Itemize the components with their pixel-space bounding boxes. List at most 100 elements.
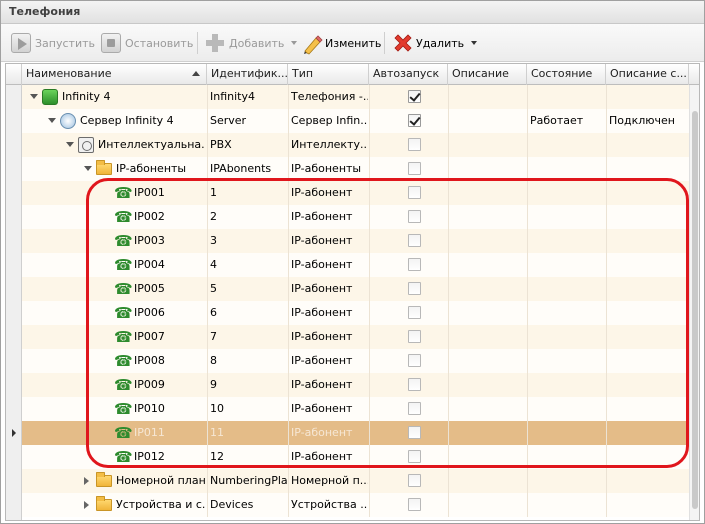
vertical-scrollbar[interactable]	[689, 85, 699, 520]
table-row[interactable]: ☎ IP001 1 IP-абонент	[22, 181, 689, 205]
autostart-checkbox[interactable]	[408, 186, 421, 199]
stop-button[interactable]: Остановить	[101, 31, 193, 55]
autostart-checkbox[interactable]	[408, 426, 421, 439]
autostart-checkbox[interactable]	[408, 402, 421, 415]
autostart-checkbox[interactable]	[408, 450, 421, 463]
table-row[interactable]: Сервер Infinity 4 Server Сервер Infin... Ра…	[22, 109, 689, 133]
column-divider	[288, 181, 289, 205]
table-row[interactable]: ☎ IP008 8 IP-абонент	[22, 349, 689, 373]
autostart-checkbox[interactable]	[408, 138, 421, 151]
table-row[interactable]: ☎ IP011 11 IP-абонент	[22, 421, 689, 445]
autostart-checkbox[interactable]	[408, 114, 421, 127]
play-icon	[11, 33, 31, 53]
column-divider	[207, 349, 208, 373]
column-divider	[606, 157, 607, 181]
column-divider	[448, 133, 449, 157]
column-divider	[288, 421, 289, 445]
table-row[interactable]: ☎ IP007 7 IP-абонент	[22, 325, 689, 349]
column-divider	[606, 493, 607, 517]
expand-arrow-icon[interactable]	[84, 501, 89, 509]
collapse-arrow-icon[interactable]	[66, 142, 74, 147]
expand-arrow-icon[interactable]	[84, 477, 89, 485]
column-divider	[207, 421, 208, 445]
autostart-checkbox[interactable]	[408, 498, 421, 511]
autostart-checkbox[interactable]	[408, 282, 421, 295]
cell-name: Сервер Infinity 4	[80, 114, 174, 127]
column-divider	[606, 397, 607, 421]
cell-desc	[451, 397, 526, 421]
cell-id: 7	[210, 330, 217, 343]
table-row[interactable]: ☎ IP009 9 IP-абонент	[22, 373, 689, 397]
column-divider	[207, 277, 208, 301]
table-row[interactable]: ☎ IP012 12 IP-абонент	[22, 445, 689, 469]
collapse-arrow-icon[interactable]	[48, 118, 56, 123]
toolbar: Запустить Остановить Добавить Изменить У…	[1, 24, 704, 62]
cell-type: Устройства ...	[291, 498, 368, 511]
table-row[interactable]: ☎ IP010 10 IP-абонент	[22, 397, 689, 421]
start-button[interactable]: Запустить	[11, 31, 95, 55]
column-divider	[207, 301, 208, 325]
scrollbar-thumb[interactable]	[692, 111, 698, 509]
cell-desc	[451, 349, 526, 373]
column-divider	[207, 205, 208, 229]
autostart-checkbox[interactable]	[408, 330, 421, 343]
column-divider	[527, 181, 528, 205]
column-divider	[369, 109, 370, 133]
column-header-state[interactable]: Состояние	[527, 64, 606, 85]
cell-state	[530, 205, 605, 229]
cell-id: 2	[210, 210, 217, 223]
add-button[interactable]: Добавить	[205, 31, 298, 55]
cell-name: IP006	[134, 306, 165, 319]
autostart-checkbox[interactable]	[408, 306, 421, 319]
cell-id: Infinity4	[210, 90, 255, 103]
column-divider	[369, 397, 370, 421]
table-row[interactable]: Интеллектуальна... PBX Интеллекту...	[22, 133, 689, 157]
collapse-arrow-icon[interactable]	[30, 94, 38, 99]
autostart-checkbox[interactable]	[408, 162, 421, 175]
column-header-name[interactable]: Наименование	[22, 64, 207, 85]
chevron-down-icon	[291, 41, 298, 45]
collapse-arrow-icon[interactable]	[84, 166, 92, 171]
cell-state	[530, 373, 605, 397]
autostart-checkbox[interactable]	[408, 378, 421, 391]
table-row[interactable]: Устройства и с... Devices Устройства ...	[22, 493, 689, 517]
edit-button[interactable]: Изменить	[301, 31, 381, 55]
table-row[interactable]: ☎ IP003 3 IP-абонент	[22, 229, 689, 253]
cell-desc	[451, 445, 526, 469]
delete-button[interactable]: Удалить	[392, 31, 478, 55]
autostart-checkbox[interactable]	[408, 474, 421, 487]
table-row[interactable]: ☎ IP002 2 IP-абонент	[22, 205, 689, 229]
autostart-checkbox[interactable]	[408, 90, 421, 103]
autostart-checkbox[interactable]	[408, 258, 421, 271]
autostart-checkbox[interactable]	[408, 354, 421, 367]
column-divider	[288, 85, 289, 109]
autostart-checkbox[interactable]	[408, 210, 421, 223]
column-header-autostart[interactable]: Автозапуск	[369, 64, 448, 85]
table-row[interactable]: ☎ IP004 4 IP-абонент	[22, 253, 689, 277]
table-row[interactable]: ☎ IP005 5 IP-абонент	[22, 277, 689, 301]
column-divider	[606, 301, 607, 325]
column-divider	[606, 181, 607, 205]
cell-statedesc	[609, 205, 688, 229]
column-divider	[606, 469, 607, 493]
column-divider	[288, 109, 289, 133]
cell-statedesc	[609, 349, 688, 373]
cell-state	[530, 349, 605, 373]
cell-state	[530, 277, 605, 301]
cell-state	[530, 325, 605, 349]
table-row[interactable]: ☎ IP006 6 IP-абонент	[22, 301, 689, 325]
phone-icon: ☎	[114, 376, 133, 394]
column-header-id[interactable]: Идентифик...	[207, 64, 288, 85]
column-divider	[207, 397, 208, 421]
cell-id: 1	[210, 186, 217, 199]
column-header-description[interactable]: Описание	[448, 64, 527, 85]
cell-desc	[451, 493, 526, 517]
autostart-checkbox[interactable]	[408, 234, 421, 247]
table-row[interactable]: Infinity 4 Infinity4 Телефония -...	[22, 85, 689, 109]
table-row[interactable]: Номерной план NumberingPlan Номерной п...	[22, 469, 689, 493]
table-row[interactable]: IP-абоненты IPAbonents IP-абоненты	[22, 157, 689, 181]
column-divider	[448, 445, 449, 469]
column-header-type[interactable]: Тип	[288, 64, 369, 85]
cell-name: IP009	[134, 378, 165, 391]
column-header-state-description[interactable]: Описание с...	[606, 64, 689, 85]
